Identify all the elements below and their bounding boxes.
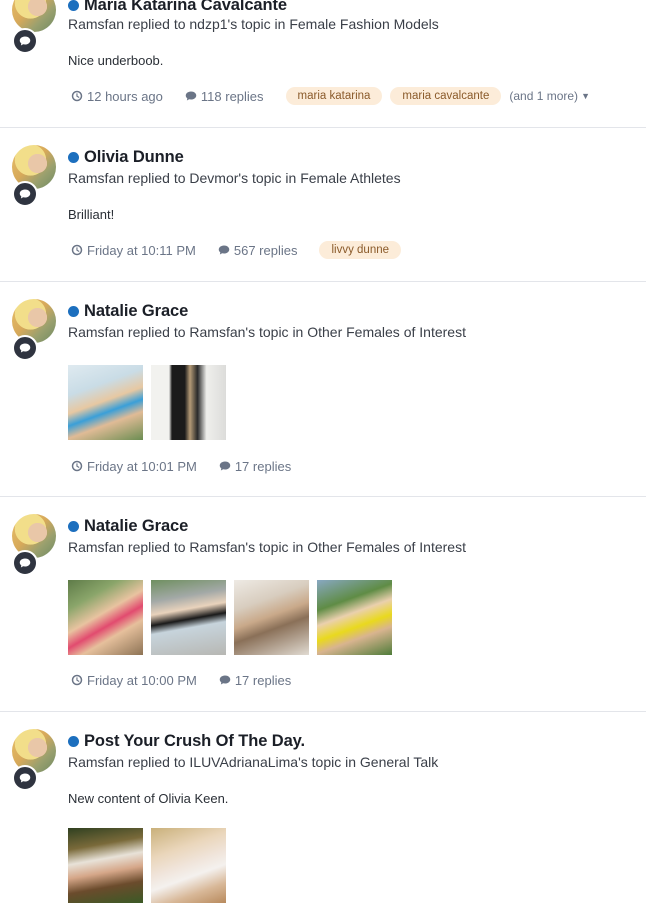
item-meta: Friday at 10:00 PM 17 replies (71, 669, 313, 691)
divider (0, 496, 646, 497)
timestamp[interactable]: Friday at 10:01 PM (71, 459, 197, 474)
clock-icon (71, 90, 83, 102)
activity-description: Ramsfan replied to Ramsfan's topic in Ot… (68, 539, 466, 555)
replies-count: 17 replies (219, 673, 291, 688)
attachment-thumbnail[interactable] (68, 580, 143, 655)
replies-text: 17 replies (234, 458, 292, 474)
replies-count: 118 replies (185, 89, 264, 104)
divider (0, 281, 646, 282)
timestamp[interactable]: Friday at 10:11 PM (71, 243, 196, 258)
post-snippet: Brilliant! (68, 207, 115, 222)
replies-text: 17 replies (234, 672, 292, 688)
attachment-thumbnail[interactable] (68, 365, 143, 440)
clock-icon (71, 244, 83, 256)
image-attachments (68, 365, 234, 440)
caret-down-icon: ▼ (581, 91, 590, 101)
attachment-thumbnail[interactable] (151, 365, 226, 440)
timestamp-text: Friday at 10:00 PM (87, 672, 197, 688)
online-indicator (68, 305, 79, 317)
timestamp[interactable]: Friday at 10:00 PM (71, 673, 197, 688)
item-meta: Friday at 10:01 PM 17 replies (71, 455, 313, 477)
attachment-thumbnail[interactable] (68, 828, 143, 903)
activity-description: Ramsfan replied to ndzp1's topic in Fema… (68, 16, 439, 32)
replies-count: 567 replies (218, 242, 298, 258)
attachment-thumbnail[interactable] (151, 580, 226, 655)
more-tags-toggle[interactable]: (and 1 more) ▼ (509, 89, 590, 103)
topic-title-link[interactable]: Maria Katarina Cavalcante (84, 0, 287, 15)
comment-icon (218, 245, 230, 255)
activity-description: Ramsfan replied to Devmor's topic in Fem… (68, 170, 401, 186)
more-tags-text: (and 1 more) (509, 89, 579, 103)
online-indicator (68, 735, 79, 747)
attachment-thumbnail[interactable] (151, 828, 226, 903)
timestamp-text: Friday at 10:01 PM (87, 458, 197, 474)
tag[interactable]: maria katarina (285, 87, 383, 105)
attachment-thumbnail[interactable] (317, 580, 392, 655)
comment-icon (185, 91, 197, 101)
replies-count: 17 replies (219, 459, 291, 474)
comment-icon (12, 335, 38, 361)
comment-icon (219, 461, 231, 471)
topic-title-link[interactable]: Olivia Dunne (84, 148, 184, 167)
comment-icon (219, 675, 231, 685)
topic-title-link[interactable]: Natalie Grace (84, 302, 188, 321)
online-indicator (68, 151, 79, 163)
image-attachments (68, 580, 400, 655)
clock-icon (71, 674, 83, 686)
tag[interactable]: maria cavalcante (390, 87, 502, 105)
item-meta: Friday at 10:11 PM 567 replies livvy dun… (71, 239, 409, 261)
timestamp[interactable]: 12 hours ago (71, 89, 163, 104)
timestamp-text: 12 hours ago (87, 88, 163, 104)
attachment-thumbnail[interactable] (234, 580, 309, 655)
divider (0, 711, 646, 712)
comment-icon (12, 550, 38, 576)
clock-icon (71, 460, 83, 472)
topic-title-link[interactable]: Natalie Grace (84, 517, 188, 536)
divider (0, 127, 646, 128)
activity-description: Ramsfan replied to ILUVAdrianaLima's top… (68, 754, 439, 770)
timestamp-text: Friday at 10:11 PM (87, 242, 196, 258)
tag[interactable]: livvy dunne (319, 241, 402, 259)
avatar[interactable] (12, 0, 56, 32)
comment-icon (12, 765, 38, 791)
post-snippet: Nice underboob. (68, 53, 164, 68)
online-indicator (68, 0, 79, 11)
activity-description: Ramsfan replied to Ramsfan's topic in Ot… (68, 324, 466, 340)
comment-icon (12, 181, 38, 207)
replies-text: 567 replies (233, 242, 298, 258)
replies-text: 118 replies (200, 88, 264, 104)
item-meta: 12 hours ago 118 replies maria katarina … (71, 85, 590, 107)
topic-title-link[interactable]: Post Your Crush Of The Day. (84, 732, 305, 751)
comment-icon (12, 28, 38, 54)
image-attachments (68, 828, 234, 903)
post-snippet: New content of Olivia Keen. (68, 791, 229, 806)
online-indicator (68, 520, 79, 532)
